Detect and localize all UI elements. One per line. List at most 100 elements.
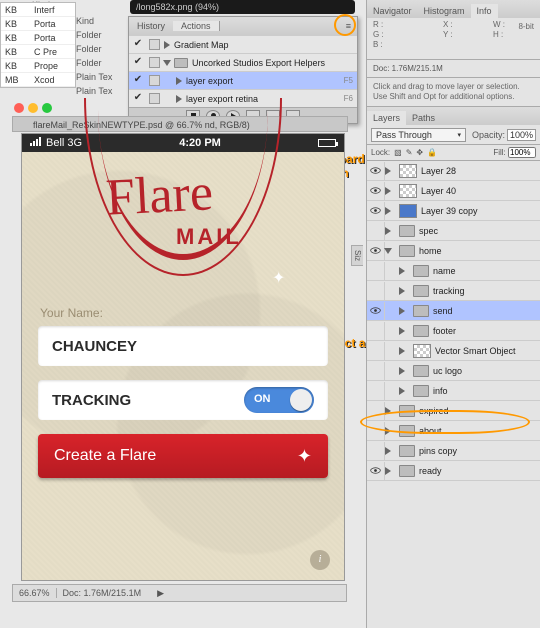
info-button[interactable]: i (310, 550, 330, 570)
disclosure-icon[interactable] (399, 387, 405, 395)
layer-row[interactable]: Layer 39 copy (367, 201, 540, 221)
tracking-row: TRACKING ON (38, 380, 328, 420)
layer-row[interactable]: pins copy (367, 441, 540, 461)
visibility-icon[interactable] (367, 382, 385, 400)
layer-row[interactable]: spec (367, 221, 540, 241)
disclosure-icon[interactable] (399, 367, 405, 375)
visibility-icon[interactable] (367, 282, 385, 300)
fs-kind-col: Kind Folder Folder Folder Plain Tex Plai… (76, 16, 126, 100)
layer-row[interactable]: send (367, 301, 540, 321)
tab-actions[interactable]: Actions (173, 21, 220, 31)
action-row[interactable]: ✔ Gradient Map (129, 35, 357, 53)
disclosure-icon[interactable] (385, 407, 391, 415)
toggle-icon[interactable] (149, 57, 160, 68)
logo-script: Flare (105, 163, 215, 228)
name-value: CHAUNCEY (52, 338, 137, 355)
visibility-icon[interactable] (367, 242, 385, 260)
layer-row[interactable]: about (367, 421, 540, 441)
disclosure-icon[interactable] (399, 327, 405, 335)
disclosure-icon[interactable] (385, 207, 391, 215)
disclosure-icon[interactable] (385, 227, 391, 235)
visibility-icon[interactable] (367, 362, 385, 380)
disclosure-icon[interactable] (385, 167, 391, 175)
disclosure-icon[interactable] (384, 248, 392, 254)
toggle-icon[interactable] (149, 75, 160, 86)
zoom-icon[interactable] (42, 103, 52, 113)
disclosure-icon[interactable] (385, 467, 391, 475)
disclosure-icon[interactable] (385, 447, 391, 455)
fs-kind: Kind (76, 16, 126, 30)
layer-row[interactable]: info (367, 381, 540, 401)
action-label: layer export (186, 76, 344, 86)
fs-cell: Interf (30, 3, 75, 17)
layer-row[interactable]: home (367, 241, 540, 261)
checkbox-icon[interactable]: ✔ (131, 74, 145, 88)
layer-row[interactable]: Layer 28 (367, 161, 540, 181)
name-field[interactable]: CHAUNCEY (38, 326, 328, 366)
disclosure-icon[interactable] (163, 60, 171, 66)
action-row-selected[interactable]: ✔ layer export F5 (129, 71, 357, 89)
bit-depth: 8-bit (518, 22, 534, 31)
opacity-value[interactable]: 100% (507, 129, 536, 141)
lock-pos-icon[interactable]: ✥ (416, 148, 423, 157)
disclosure-icon[interactable] (385, 187, 391, 195)
layer-row[interactable]: name (367, 261, 540, 281)
tab-navigator[interactable]: Navigator (367, 4, 418, 18)
layer-name: info (433, 386, 540, 396)
lock-trans-icon[interactable]: ▧ (394, 148, 402, 157)
lock-pixel-icon[interactable]: ✎ (406, 148, 413, 157)
action-shortcut: F5 (344, 76, 357, 85)
phone-mockup: Bell 3G 4:20 PM ✦ Flare MAIL Your Name: … (22, 134, 344, 580)
visibility-icon[interactable] (367, 162, 385, 180)
visibility-icon[interactable] (367, 302, 385, 320)
close-icon[interactable] (14, 103, 24, 113)
visibility-icon[interactable] (367, 262, 385, 280)
visibility-icon[interactable] (367, 322, 385, 340)
blend-mode-select[interactable]: Pass Through▾ (371, 128, 466, 142)
folder-icon (413, 385, 429, 397)
layer-row[interactable]: Layer 40 (367, 181, 540, 201)
traffic-lights (14, 103, 52, 113)
layer-row[interactable]: Vector Smart Object (367, 341, 540, 361)
checkbox-icon[interactable]: ✔ (131, 56, 145, 70)
tab-info[interactable]: Info (471, 4, 498, 18)
chevron-right-icon[interactable]: ▶ (151, 588, 170, 599)
visibility-icon[interactable] (367, 182, 385, 200)
tab-paths[interactable]: Paths (406, 111, 441, 125)
layer-row[interactable]: ready (367, 461, 540, 481)
create-flare-button[interactable]: Create a Flare ✦ (38, 434, 328, 478)
visibility-icon[interactable] (367, 342, 385, 360)
disclosure-icon[interactable] (399, 267, 405, 275)
minimize-icon[interactable] (28, 103, 38, 113)
tracking-toggle[interactable]: ON (244, 387, 314, 413)
layer-thumb (413, 344, 431, 358)
tab-layers[interactable]: Layers (367, 111, 406, 125)
action-row[interactable]: ✔ Uncorked Studios Export Helpers (129, 53, 357, 71)
visibility-icon[interactable] (367, 422, 385, 440)
layer-row[interactable]: tracking (367, 281, 540, 301)
disclosure-icon[interactable] (176, 77, 182, 85)
layer-row[interactable]: uc logo (367, 361, 540, 381)
disclosure-icon[interactable] (164, 41, 170, 49)
visibility-icon[interactable] (367, 222, 385, 240)
folder-icon (399, 425, 415, 437)
disclosure-icon[interactable] (399, 307, 405, 315)
visibility-icon[interactable] (367, 202, 385, 220)
toggle-icon[interactable] (149, 39, 160, 50)
fill-value[interactable] (508, 147, 536, 158)
layer-row[interactable]: footer (367, 321, 540, 341)
zoom-level[interactable]: 66.67% (13, 588, 57, 598)
visibility-icon[interactable] (367, 442, 385, 460)
fs-cell: C Pre (30, 45, 75, 59)
layer-row[interactable]: expired (367, 401, 540, 421)
tab-history[interactable]: History (129, 21, 173, 31)
lock-all-icon[interactable]: 🔒 (427, 148, 437, 157)
disclosure-icon[interactable] (399, 347, 405, 355)
tab-histogram[interactable]: Histogram (418, 4, 471, 18)
checkbox-icon[interactable]: ✔ (131, 38, 145, 52)
layer-name: ready (419, 466, 540, 476)
visibility-icon[interactable] (367, 462, 385, 480)
disclosure-icon[interactable] (399, 287, 405, 295)
visibility-icon[interactable] (367, 402, 385, 420)
disclosure-icon[interactable] (385, 427, 391, 435)
